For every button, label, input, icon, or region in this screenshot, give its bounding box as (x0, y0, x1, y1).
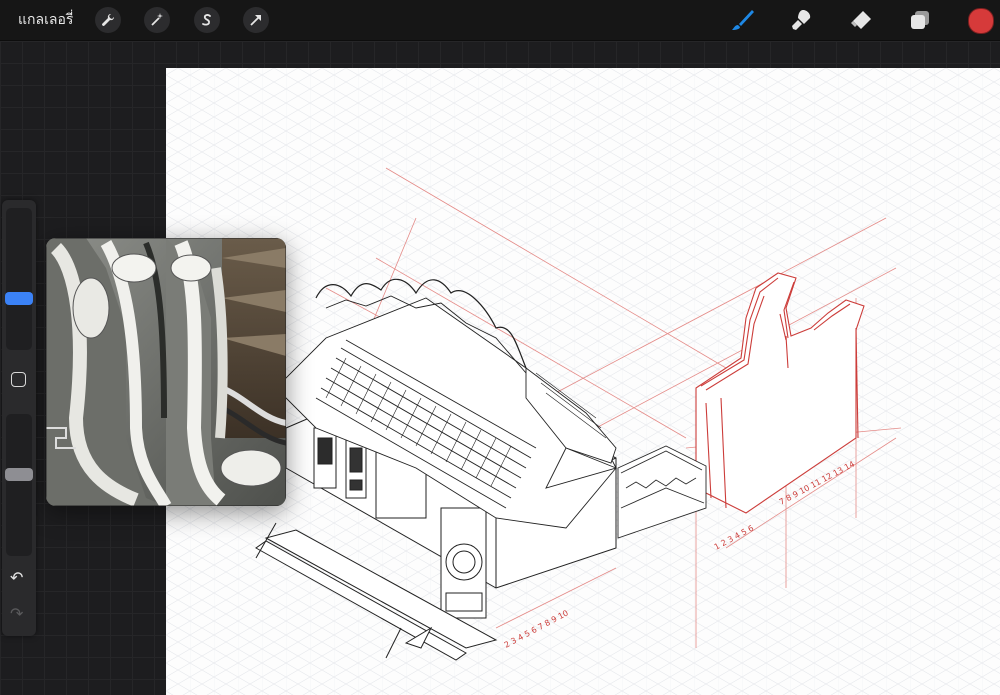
opacity-thumb[interactable] (5, 468, 33, 482)
actions-button[interactable] (95, 7, 121, 33)
adjustments-button[interactable] (144, 7, 170, 33)
selection-button[interactable] (194, 7, 220, 33)
brush-button[interactable] (729, 6, 757, 34)
undo-icon[interactable]: ↶ (10, 568, 23, 587)
left-sidebar: ↶ ↷ (2, 200, 36, 636)
redo-icon[interactable]: ↷ (10, 604, 23, 623)
drawing-canvas[interactable]: 1 2 3 4 5 6 7 8 9 10 11 12 13 14 2 3 4 5… (166, 68, 1000, 695)
smudge-button[interactable] (788, 6, 816, 34)
top-toolbar: แกลเลอรี่ (0, 0, 1000, 41)
brush-icon (732, 10, 754, 30)
gallery-button[interactable]: แกลเลอรี่ (18, 9, 73, 31)
brush-size-thumb[interactable] (5, 291, 33, 305)
reference-image[interactable] (46, 238, 286, 506)
layers-button[interactable] (906, 6, 934, 34)
wrench-icon (102, 13, 115, 26)
transform-arrow-icon (250, 15, 261, 26)
magic-wand-icon (151, 13, 163, 26)
opacity-slider[interactable] (6, 414, 32, 556)
canvas-artwork: 1 2 3 4 5 6 7 8 9 10 11 12 13 14 2 3 4 5… (166, 68, 1000, 695)
modify-button[interactable] (11, 372, 26, 387)
color-picker-button[interactable] (968, 8, 994, 34)
brush-size-slider[interactable] (6, 208, 32, 350)
layers-icon (911, 11, 929, 29)
selection-icon (202, 14, 211, 26)
smudge-icon (792, 10, 811, 30)
eraser-button[interactable] (847, 6, 875, 34)
reference-photo (46, 238, 286, 506)
eraser-icon (851, 11, 871, 29)
transform-button[interactable] (243, 7, 269, 33)
